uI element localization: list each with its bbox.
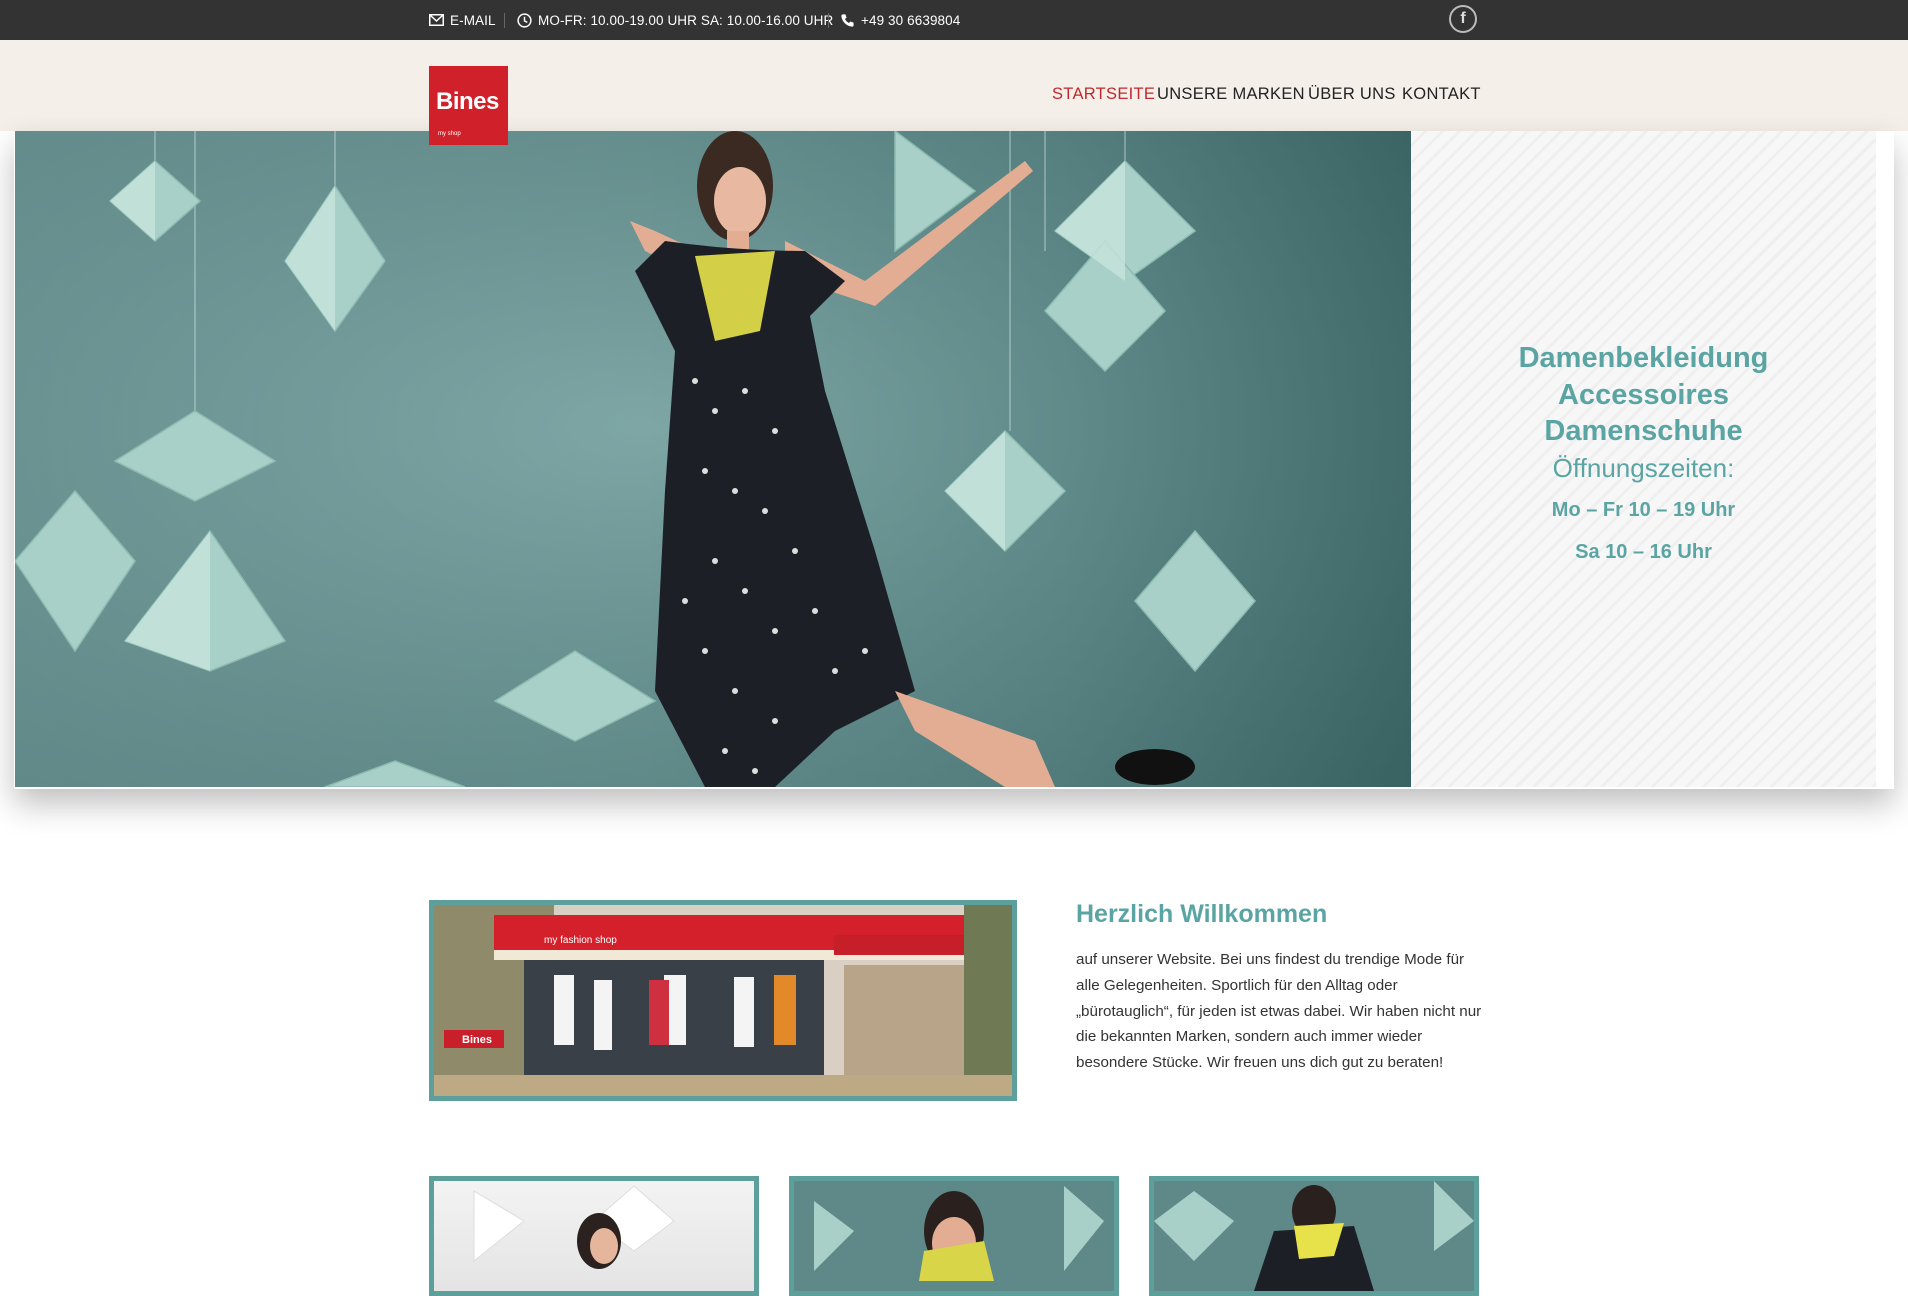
divider: [828, 13, 829, 28]
nav-kontakt[interactable]: KONTAKT: [1402, 85, 1481, 107]
hero-info-panel: Damenbekleidung Accessoires Damenschuhe …: [1411, 131, 1876, 787]
store-front-image: my fashion shop Bines: [429, 900, 1017, 1101]
hero-line-damenschuhe: Damenschuhe: [1544, 415, 1743, 447]
welcome-title: Herzlich Willkommen: [1076, 900, 1328, 928]
phone-icon: [841, 13, 854, 27]
gallery-tile[interactable]: [429, 1176, 759, 1296]
logo-name: Bines: [436, 88, 499, 115]
store-logo: Bines: [462, 1034, 492, 1046]
gallery-tile[interactable]: [1149, 1176, 1479, 1296]
envelope-icon: [429, 14, 444, 26]
site-header: [0, 40, 1908, 131]
hero-line-damenbekleidung: Damenbekleidung: [1518, 342, 1769, 374]
hero-hours-title: Öffnungszeiten:: [1552, 453, 1735, 483]
nav-ueber-uns[interactable]: ÜBER UNS: [1308, 85, 1396, 107]
store-sign: my fashion shop: [544, 935, 617, 946]
divider: [504, 13, 505, 28]
hero-line-accessoires: Accessoires: [1558, 379, 1729, 411]
facebook-icon[interactable]: f: [1449, 5, 1477, 33]
phone-label: +49 30 6639804: [861, 12, 961, 28]
hero-image[interactable]: [15, 131, 1411, 787]
hero-hours-saturday: Sa 10 – 16 Uhr: [1575, 541, 1712, 563]
phone-link[interactable]: +49 30 6639804: [840, 0, 960, 40]
gallery-tile[interactable]: [789, 1176, 1119, 1296]
email-label: E-MAIL: [450, 12, 496, 28]
clock-icon: [517, 12, 532, 28]
email-link[interactable]: E-MAIL: [429, 0, 496, 40]
hours-label: MO-FR: 10.00-19.00 UHR SA: 10.00-16.00 U…: [538, 12, 834, 28]
store-front-illustration: my fashion shop Bines: [434, 905, 1012, 1096]
hero-illustration: [15, 131, 1411, 787]
nav-startseite[interactable]: STARTSEITE: [1052, 85, 1155, 107]
top-bar: E-MAIL MO-FR: 10.00-19.00 UHR SA: 10.00-…: [0, 0, 1908, 40]
nav-unsere-marken[interactable]: UNSERE MARKEN: [1157, 85, 1305, 107]
welcome-text: auf unserer Website. Bei uns findest du …: [1076, 951, 1482, 1072]
opening-hours: MO-FR: 10.00-19.00 UHR SA: 10.00-16.00 U…: [517, 0, 833, 40]
site-logo[interactable]: Bines my shop: [429, 66, 508, 145]
logo-tagline: my shop: [438, 131, 461, 137]
hero-hours-weekday: Mo – Fr 10 – 19 Uhr: [1551, 499, 1736, 521]
